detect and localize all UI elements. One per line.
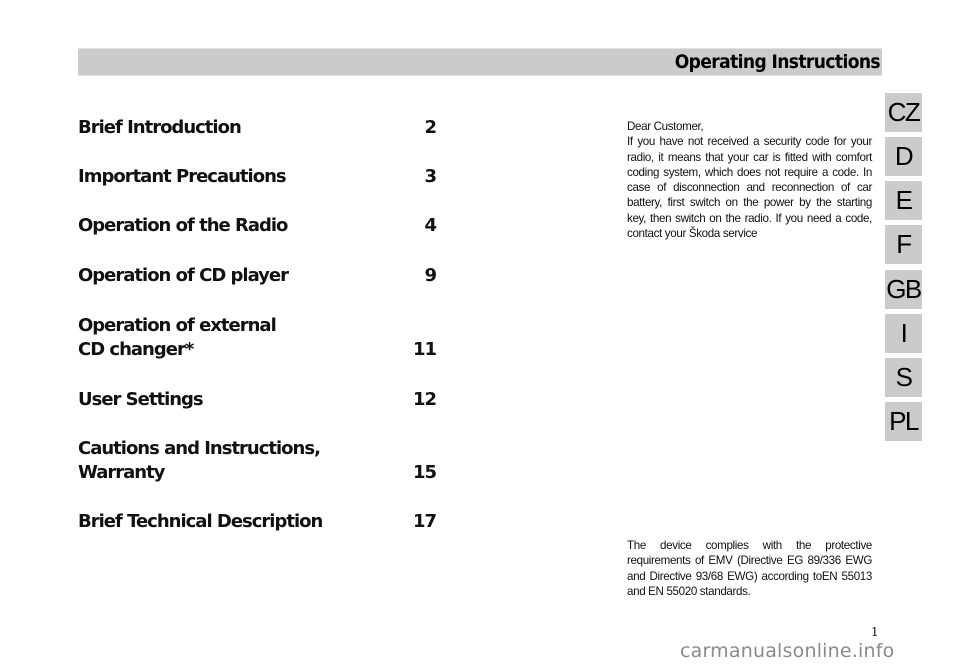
toc-entry-title: Operation of the Radio: [78, 215, 288, 236]
page-number: 1: [871, 625, 879, 639]
notice-body: If you have not received a security code…: [627, 135, 872, 241]
header-bar: Operating Instructions: [78, 48, 882, 76]
page-title: Operating Instructions: [674, 51, 881, 73]
watermark[interactable]: carmanualsonline.info: [680, 640, 894, 662]
toc-entry-page: 2: [424, 117, 436, 138]
security-code-notice: Dear Customer, If you have not received …: [627, 119, 872, 241]
toc-entry-brief-introduction[interactable]: Brief Introduction 2: [78, 116, 437, 140]
toc-entry-title: Important Precautions: [78, 166, 287, 187]
toc-entry-title: Operation of external CD changer*: [78, 315, 277, 360]
language-tab-i[interactable]: I: [885, 314, 922, 353]
toc-entry-title: Operation of CD player: [78, 265, 289, 286]
language-tab-cz[interactable]: CZ: [885, 93, 922, 132]
language-tab-gb[interactable]: GB: [885, 270, 922, 309]
language-tab-pl[interactable]: PL: [885, 402, 922, 441]
language-tab-s[interactable]: S: [885, 358, 922, 397]
toc-entry-title: User Settings: [78, 389, 204, 410]
toc-entry-title: Brief Introduction: [78, 117, 242, 138]
language-tab-f[interactable]: F: [885, 225, 922, 264]
toc-entry-user-settings[interactable]: User Settings 12: [78, 388, 437, 412]
toc-entry-page: 15: [412, 462, 437, 483]
toc-entry-title: Cautions and Instructions, Warranty: [78, 438, 321, 483]
toc-entry-cautions-warranty[interactable]: Cautions and Instructions, Warranty 15: [78, 437, 437, 485]
toc-entry-operation-of-radio[interactable]: Operation of the Radio 4: [78, 214, 437, 238]
language-tab-e[interactable]: E: [885, 181, 922, 220]
toc-entry-technical-description[interactable]: Brief Technical Description 17: [78, 510, 437, 534]
toc-entry-important-precautions[interactable]: Important Precautions 3: [78, 165, 437, 189]
toc-entry-page: 12: [412, 389, 437, 410]
toc-entry-external-cd-changer[interactable]: Operation of external CD changer* 11: [78, 314, 437, 362]
toc-entry-page: 3: [424, 166, 436, 187]
toc-entry-page: 9: [424, 265, 436, 286]
toc-entry-page: 11: [412, 339, 437, 360]
language-tab-d[interactable]: D: [885, 137, 922, 176]
compliance-notice: The device complies with the protective …: [627, 538, 872, 599]
toc-entry-page: 4: [424, 215, 436, 236]
compliance-text: The device complies with the protective …: [627, 539, 872, 598]
toc-entry-operation-of-cd-player[interactable]: Operation of CD player 9: [78, 264, 437, 288]
notice-greeting: Dear Customer,: [627, 120, 704, 133]
toc-entry-title: Brief Technical Description: [78, 511, 323, 532]
toc-entry-page: 17: [412, 511, 437, 532]
